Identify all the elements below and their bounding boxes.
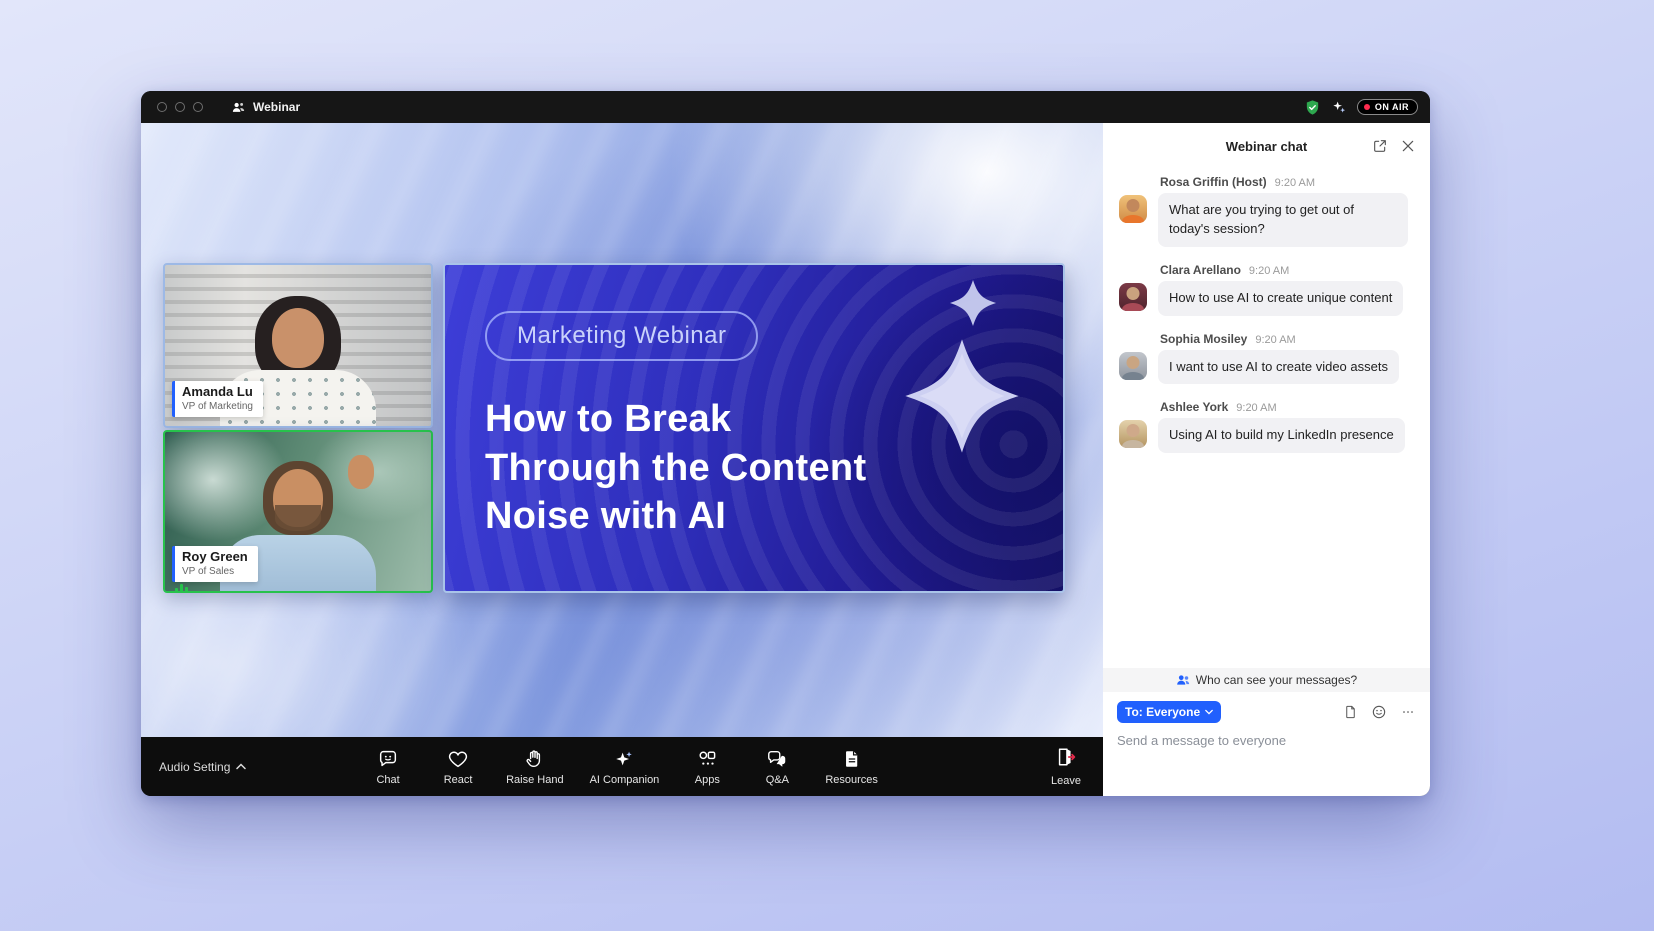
chat-panel: Webinar chat Rosa Griffin (Host) 9:20 AM <box>1103 123 1430 796</box>
qa-button-label: Q&A <box>766 774 789 786</box>
apps-button[interactable]: Apps <box>685 748 729 786</box>
mic-activity-indicator <box>175 584 188 592</box>
message-author: Sophia Mosiley <box>1160 332 1247 346</box>
on-air-label: ON AIR <box>1375 102 1409 112</box>
video-tile-roy[interactable]: Roy Green VP of Sales <box>163 430 433 593</box>
window-controls[interactable] <box>157 102 203 112</box>
shared-slide: Marketing Webinar How to Break Through t… <box>443 263 1065 593</box>
message-privacy-note[interactable]: Who can see your messages? <box>1103 668 1430 692</box>
people-icon <box>1176 674 1190 686</box>
audio-setting-button[interactable]: Audio Setting <box>159 760 246 774</box>
participant-name: Amanda Lu <box>182 385 253 400</box>
participant-name: Roy Green <box>182 550 248 565</box>
chat-message: Sophia Mosiley 9:20 AM I want to use AI … <box>1119 332 1414 385</box>
to-everyone-selector[interactable]: To: Everyone <box>1117 701 1221 723</box>
on-air-dot <box>1364 104 1370 110</box>
react-button[interactable]: React <box>436 748 480 786</box>
resources-icon <box>841 748 863 770</box>
chat-button[interactable]: Chat <box>366 748 410 786</box>
message-bubble: I want to use AI to create video assets <box>1158 350 1399 385</box>
chat-message: Clara Arellano 9:20 AM How to use AI to … <box>1119 263 1414 316</box>
apps-button-label: Apps <box>695 774 720 786</box>
attach-file-icon[interactable] <box>1343 704 1358 720</box>
qa-button[interactable]: Q&A <box>755 748 799 786</box>
decorative-star-icon <box>903 337 1021 455</box>
chevron-up-icon <box>236 763 246 770</box>
react-button-label: React <box>444 774 473 786</box>
message-bubble: How to use AI to create unique content <box>1158 281 1403 316</box>
avatar <box>1119 283 1147 311</box>
resources-button[interactable]: Resources <box>825 748 878 786</box>
decorative-star-icon <box>949 279 997 327</box>
message-bubble: Using AI to build my LinkedIn presence <box>1158 418 1405 453</box>
name-tag-roy: Roy Green VP of Sales <box>172 546 258 582</box>
video-tile-amanda[interactable]: Amanda Lu VP of Marketing <box>163 263 433 428</box>
chat-message: Ashlee York 9:20 AM Using AI to build my… <box>1119 400 1414 453</box>
on-air-badge: ON AIR <box>1357 99 1418 115</box>
heart-icon <box>447 748 469 770</box>
avatar <box>1119 420 1147 448</box>
message-time: 9:20 AM <box>1255 334 1295 346</box>
popout-icon[interactable] <box>1372 138 1388 154</box>
chat-button-label: Chat <box>376 774 399 786</box>
avatar <box>1119 352 1147 380</box>
raise-hand-button[interactable]: Raise Hand <box>506 748 563 786</box>
chat-message: Rosa Griffin (Host) 9:20 AM What are you… <box>1119 175 1414 247</box>
qa-icon <box>766 748 788 770</box>
chat-header: Webinar chat <box>1103 123 1430 169</box>
titlebar: Webinar ON AIR <box>141 91 1430 123</box>
message-time: 9:20 AM <box>1249 265 1289 277</box>
privacy-note-label: Who can see your messages? <box>1196 673 1357 687</box>
leave-button[interactable]: Leave <box>1051 746 1081 787</box>
close-icon[interactable] <box>1400 138 1416 154</box>
window-zoom-button[interactable] <box>193 102 203 112</box>
message-author: Rosa Griffin (Host) <box>1160 175 1267 189</box>
slide-badge: Marketing Webinar <box>485 311 758 361</box>
avatar <box>1119 195 1147 223</box>
to-everyone-label: To: Everyone <box>1125 705 1200 719</box>
ai-companion-button[interactable]: AI Companion <box>590 748 660 786</box>
more-options-icon[interactable] <box>1400 704 1416 720</box>
resources-button-label: Resources <box>825 774 878 786</box>
security-shield-icon[interactable] <box>1304 99 1321 116</box>
chat-icon <box>377 748 399 770</box>
ai-companion-button-label: AI Companion <box>590 774 660 786</box>
leave-icon <box>1055 746 1077 771</box>
chat-composer: To: Everyone <box>1103 692 1430 796</box>
message-bubble: What are you trying to get out of today'… <box>1158 193 1408 247</box>
ai-companion-icon <box>613 748 635 770</box>
raise-hand-icon <box>524 748 546 770</box>
name-tag-amanda: Amanda Lu VP of Marketing <box>172 381 263 417</box>
chevron-down-icon <box>1205 709 1213 715</box>
app-title: Webinar <box>231 100 300 115</box>
apps-icon <box>696 748 718 770</box>
window-close-button[interactable] <box>157 102 167 112</box>
chat-message-input[interactable] <box>1117 733 1416 748</box>
webinar-icon <box>231 100 246 115</box>
chat-message-list[interactable]: Rosa Griffin (Host) 9:20 AM What are you… <box>1103 169 1430 668</box>
participant-role: VP of Sales <box>182 566 248 577</box>
raise-hand-button-label: Raise Hand <box>506 774 563 786</box>
message-time: 9:20 AM <box>1236 402 1276 414</box>
meeting-toolbar: Audio Setting Chat React <box>141 737 1103 796</box>
webinar-stage: Amanda Lu VP of Marketing Roy Green VP o… <box>141 123 1103 737</box>
ai-companion-titlebar-icon[interactable] <box>1331 99 1347 115</box>
webinar-app-window: Webinar ON AIR <box>141 91 1430 796</box>
audio-setting-label: Audio Setting <box>159 760 230 774</box>
window-minimize-button[interactable] <box>175 102 185 112</box>
message-time: 9:20 AM <box>1275 177 1315 189</box>
message-author: Ashlee York <box>1160 400 1228 414</box>
emoji-icon[interactable] <box>1371 704 1387 720</box>
message-author: Clara Arellano <box>1160 263 1241 277</box>
app-title-label: Webinar <box>253 100 300 114</box>
leave-button-label: Leave <box>1051 775 1081 787</box>
participant-role: VP of Marketing <box>182 401 253 412</box>
